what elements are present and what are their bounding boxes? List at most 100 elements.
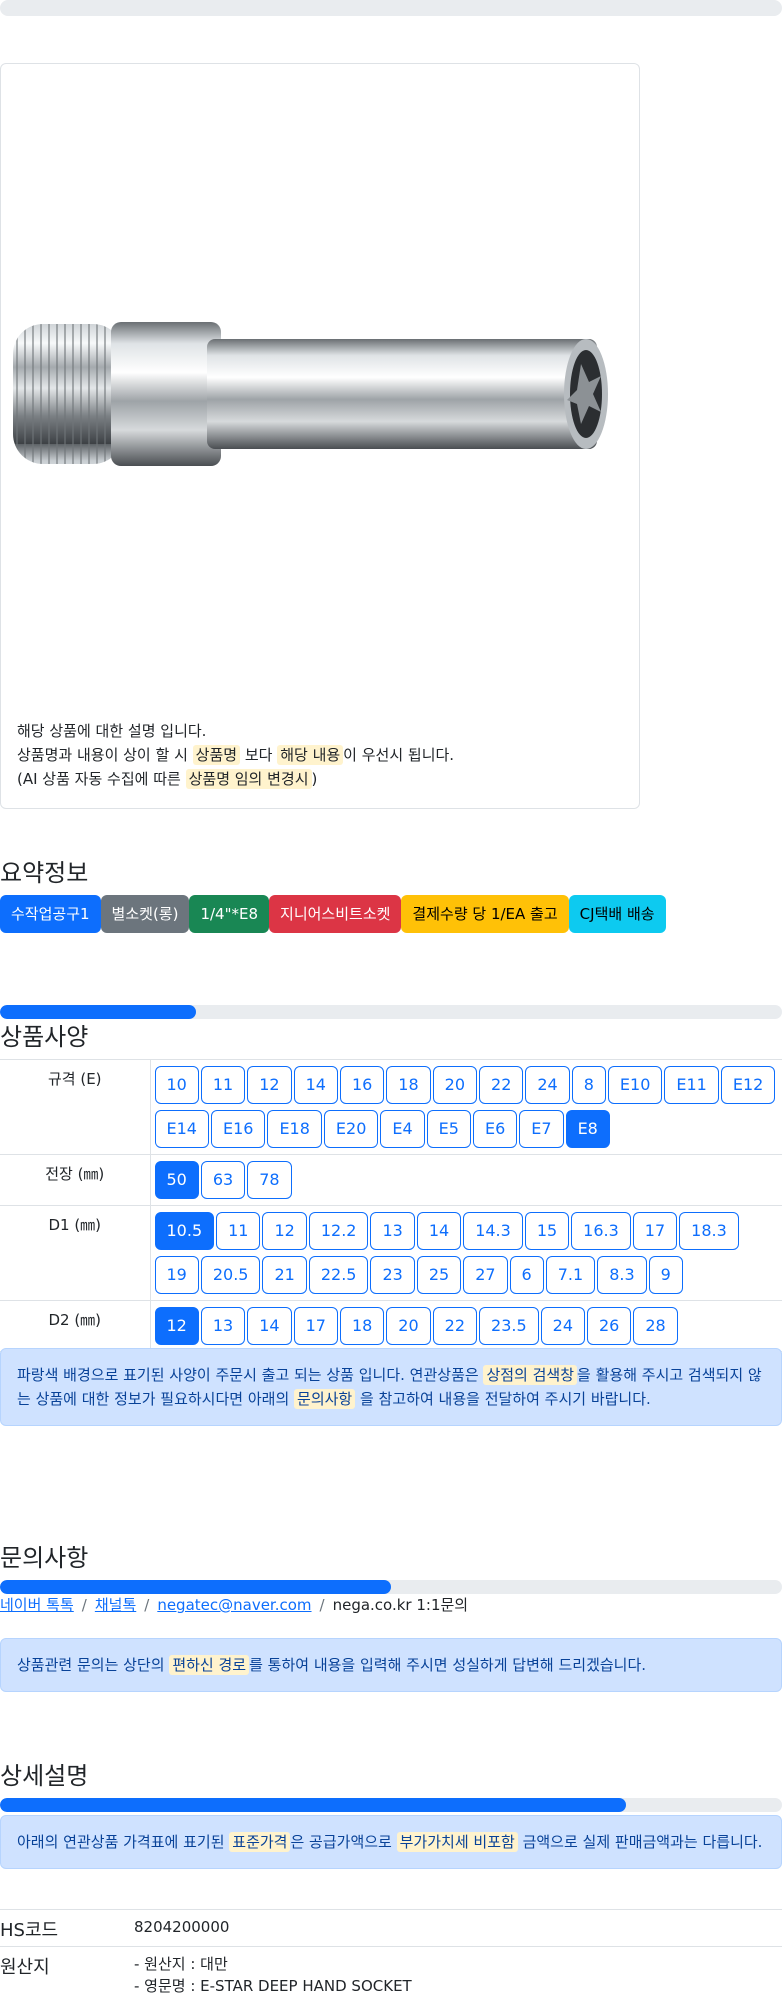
spec-option[interactable]: 9 bbox=[648, 1256, 683, 1294]
spec-option-selected[interactable]: E8 bbox=[565, 1110, 610, 1148]
spec-options: 10 11 12 14 16 18 20 22 24 8 E10 E11 E12 E14 E16 E18 E20… bbox=[150, 1059, 782, 1155]
summary-badge: 결제수량 당 1/EA 출고 bbox=[401, 895, 569, 933]
spec-label: 규격 (E) bbox=[0, 1059, 151, 1155]
spec-option[interactable]: 20.5 bbox=[200, 1256, 261, 1294]
spec-option[interactable]: 6 bbox=[509, 1256, 544, 1294]
spec-option[interactable]: 8 bbox=[571, 1066, 606, 1104]
spec-option[interactable]: E4 bbox=[380, 1110, 425, 1148]
spec-option[interactable]: 11 bbox=[200, 1066, 246, 1104]
alert-text: 금액으로 실제 판매금액과는 다릅니다. bbox=[517, 1833, 763, 1851]
spec-option[interactable]: 16 bbox=[339, 1066, 385, 1104]
spec-option[interactable]: 28 bbox=[633, 1307, 678, 1345]
detail-progress bbox=[0, 1798, 782, 1812]
spec-label: 전장 (㎜) bbox=[0, 1154, 151, 1206]
spec-option[interactable]: 8.3 bbox=[597, 1256, 647, 1294]
spec-option[interactable]: 12 bbox=[262, 1212, 307, 1250]
spec-option[interactable]: 22.5 bbox=[308, 1256, 369, 1294]
spec-option[interactable]: 23.5 bbox=[479, 1307, 539, 1345]
spec-option[interactable]: 20 bbox=[386, 1307, 431, 1345]
spec-option-selected[interactable]: 10.5 bbox=[154, 1212, 215, 1250]
spec-option[interactable]: E10 bbox=[607, 1066, 663, 1104]
inquiry-info-alert: 상품관련 문의는 상단의 편하신 경로 를 통하여 내용을 입력해 주시면 성실하… bbox=[0, 1638, 782, 1692]
summary-badge: 1/4"*E8 bbox=[189, 895, 270, 933]
spec-option[interactable]: 10 bbox=[154, 1066, 199, 1104]
alert-text: 를 통하여 내용을 입력해 주시면 성실하게 답변해 드리겠습니다. bbox=[249, 1656, 647, 1674]
spec-option[interactable]: E11 bbox=[664, 1066, 719, 1104]
spec-option[interactable]: 14 bbox=[293, 1066, 338, 1104]
spec-option-selected[interactable]: 50 bbox=[154, 1161, 199, 1199]
origin-label: 원산지 bbox=[0, 1946, 134, 1994]
email-link[interactable]: negatec@naver.com bbox=[157, 1596, 311, 1614]
hs-code-label: HS코드 bbox=[0, 1909, 134, 1947]
torx-deep-socket-image bbox=[13, 322, 608, 466]
spec-option[interactable]: 63 bbox=[200, 1161, 246, 1199]
spec-option[interactable]: 7.1 bbox=[545, 1256, 596, 1294]
spec-option[interactable]: E16 bbox=[210, 1110, 266, 1148]
spec-option[interactable]: 13 bbox=[370, 1212, 415, 1250]
channeltalk-link[interactable]: 채널톡 bbox=[95, 1596, 136, 1614]
spec-option-group: 50 63 78 bbox=[154, 1159, 782, 1201]
spec-option[interactable]: 18.3 bbox=[679, 1212, 739, 1250]
hs-code-row: HS코드 8204200000 bbox=[0, 1909, 782, 1947]
separator: / bbox=[81, 1596, 87, 1614]
note-text: ) bbox=[311, 770, 318, 788]
spec-options: 12 13 14 17 18 20 22 23.5 24 26 28 bbox=[150, 1300, 782, 1352]
spec-label: D2 (㎜) bbox=[0, 1300, 151, 1352]
spec-option-group: 10.5 11 12 12.2 13 14 14.3 15 16.3 17 18.3 19 20.5 21… bbox=[154, 1210, 782, 1296]
spec-option[interactable]: E12 bbox=[720, 1066, 776, 1104]
spec-option[interactable]: E20 bbox=[323, 1110, 379, 1148]
spec-option[interactable]: 25 bbox=[416, 1256, 462, 1294]
spec-option[interactable]: 78 bbox=[247, 1161, 292, 1199]
alert-text: 은 공급가액으로 bbox=[290, 1833, 397, 1851]
spec-option[interactable]: 20 bbox=[432, 1066, 478, 1104]
naver-talktalk-link[interactable]: 네이버 톡톡 bbox=[0, 1596, 74, 1614]
inquiry-progress bbox=[0, 1580, 782, 1594]
detail-info-alert: 아래의 연관상품 가격표에 표기된 표준가격 은 공급가액으로 부가가치세 비포함… bbox=[0, 1815, 782, 1869]
product-info-table: HS코드 8204200000 원산지 - 원산지 : 대만 - 영문명 : E… bbox=[0, 1909, 782, 1994]
spec-option[interactable]: 17 bbox=[632, 1212, 678, 1250]
spec-option[interactable]: E6 bbox=[472, 1110, 518, 1148]
highlight-standard-price: 표준가격 bbox=[229, 1832, 291, 1852]
spec-option[interactable]: 16.3 bbox=[571, 1212, 631, 1250]
spec-option[interactable]: 24 bbox=[540, 1307, 585, 1345]
inquiry-progress-fill bbox=[0, 1580, 391, 1594]
highlight-store-search: 상점의 검색창 bbox=[483, 1365, 578, 1385]
separator: / bbox=[144, 1596, 150, 1614]
spec-option[interactable]: 11 bbox=[216, 1212, 261, 1250]
spec-option[interactable]: 27 bbox=[463, 1256, 508, 1294]
spec-option[interactable]: 24 bbox=[525, 1066, 570, 1104]
product-description-note: 해당 상품에 대한 설명 입니다. 상품명과 내용이 상이 할 시 상품명 보다… bbox=[17, 719, 454, 791]
spec-option[interactable]: E18 bbox=[267, 1110, 322, 1148]
spec-option[interactable]: E14 bbox=[154, 1110, 209, 1148]
spec-row: D2 (㎜) 12 13 14 17 18 20 22 23.5 24 26 28 bbox=[0, 1300, 782, 1352]
summary-badge: 수작업공구1 bbox=[0, 895, 101, 933]
highlight-name-change: 상품명 임의 변경시 bbox=[185, 769, 312, 789]
alert-text: 상품관련 문의는 상단의 bbox=[17, 1656, 170, 1674]
alert-text: 아래의 연관상품 가격표에 표기된 bbox=[17, 1833, 230, 1851]
spec-option[interactable]: 18 bbox=[339, 1307, 385, 1345]
spec-option[interactable]: 13 bbox=[200, 1307, 246, 1345]
spec-option[interactable]: 22 bbox=[479, 1066, 524, 1104]
spec-option[interactable]: E7 bbox=[519, 1110, 564, 1148]
spec-option[interactable]: 17 bbox=[293, 1307, 338, 1345]
spec-option[interactable]: 23 bbox=[370, 1256, 415, 1294]
spec-option[interactable]: 26 bbox=[587, 1307, 632, 1345]
highlight-convenient-route: 편하신 경로 bbox=[169, 1655, 250, 1675]
alert-text: 파랑색 배경으로 표기된 사양이 주문시 출고 되는 상품 입니다. 연관상품은 bbox=[17, 1366, 484, 1384]
spec-option[interactable]: 14 bbox=[416, 1212, 462, 1250]
spec-option[interactable]: 14 bbox=[247, 1307, 292, 1345]
spec-option-selected[interactable]: 12 bbox=[154, 1307, 199, 1345]
spec-option[interactable]: 14.3 bbox=[463, 1212, 523, 1250]
spec-option[interactable]: 12 bbox=[247, 1066, 292, 1104]
spec-label: D1 (㎜) bbox=[0, 1205, 151, 1301]
spec-option[interactable]: 21 bbox=[262, 1256, 307, 1294]
spec-option[interactable]: E5 bbox=[426, 1110, 471, 1148]
spec-options: 10.5 11 12 12.2 13 14 14.3 15 16.3 17 18.3 19 20.5 21… bbox=[150, 1205, 782, 1301]
spec-option[interactable]: 18 bbox=[386, 1066, 431, 1104]
spec-row: 규격 (E) 10 11 12 14 16 18 20 22 24 8 E10 E11 E12 E14 E16… bbox=[0, 1059, 782, 1155]
spec-option[interactable]: 22 bbox=[432, 1307, 478, 1345]
spec-option[interactable]: 19 bbox=[154, 1256, 199, 1294]
spec-option[interactable]: 12.2 bbox=[308, 1212, 369, 1250]
spec-option[interactable]: 15 bbox=[524, 1212, 570, 1250]
summary-title: 요약정보 bbox=[0, 859, 89, 887]
